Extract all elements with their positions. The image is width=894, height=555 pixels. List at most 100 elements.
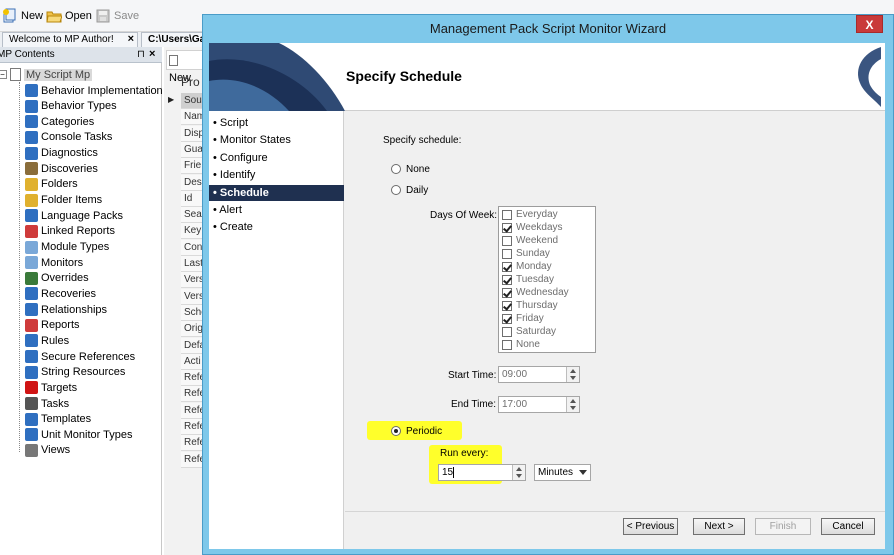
property-row[interactable]: Sche xyxy=(181,304,204,321)
property-row[interactable]: Vers xyxy=(181,288,204,305)
property-row[interactable]: Frie xyxy=(181,158,204,175)
property-row[interactable]: Refe xyxy=(181,419,204,435)
new-button[interactable]: New xyxy=(2,7,43,25)
day-checkbox[interactable] xyxy=(502,287,512,298)
previous-button[interactable]: < Previous xyxy=(623,518,678,535)
day-checkbox[interactable] xyxy=(502,222,512,233)
nav-step-monitor-states[interactable]: • Monitor States xyxy=(209,132,344,148)
day-option-none[interactable]: None xyxy=(502,338,540,351)
day-option-monday[interactable]: Monday xyxy=(502,260,552,273)
collapse-icon[interactable]: − xyxy=(0,70,7,79)
pin-icon[interactable]: ⊓ xyxy=(137,47,145,62)
day-option-saturday[interactable]: Saturday xyxy=(502,325,556,338)
property-row[interactable]: Gua xyxy=(181,141,204,158)
tree-item-templates[interactable]: Templates xyxy=(25,412,91,427)
tree-item-module-types[interactable]: Module Types xyxy=(25,240,109,255)
property-row[interactable]: Key xyxy=(181,223,204,240)
day-option-everyday[interactable]: Everyday xyxy=(502,208,558,221)
tree-item-discoveries[interactable]: Discoveries xyxy=(25,161,98,176)
tree-item-string-resources[interactable]: String Resources xyxy=(25,365,125,380)
property-row[interactable]: Defa xyxy=(181,337,204,354)
tree-item-tasks[interactable]: Tasks xyxy=(25,396,69,411)
tree-item-relationships[interactable]: Relationships xyxy=(25,302,107,317)
tree-item-monitors[interactable]: Monitors xyxy=(25,255,83,270)
tree-item-views[interactable]: Views xyxy=(25,443,70,458)
tab-welcome[interactable]: Welcome to MP Author! × xyxy=(2,32,138,47)
start-time-input[interactable]: 09:00 xyxy=(498,366,580,383)
save-button[interactable]: Save xyxy=(95,7,139,25)
radio-daily[interactable] xyxy=(391,185,401,195)
end-time-spinner-icon[interactable] xyxy=(566,397,579,412)
end-time-input[interactable]: 17:00 xyxy=(498,396,580,413)
day-checkbox[interactable] xyxy=(502,313,512,324)
tree-item-reports[interactable]: Reports xyxy=(25,318,80,333)
nav-step-create[interactable]: • Create xyxy=(209,219,344,235)
finish-button[interactable]: Finish xyxy=(755,518,811,535)
property-row[interactable]: Vers xyxy=(181,272,204,289)
wizard-close-button[interactable]: X xyxy=(856,15,883,33)
tree-item-secure-references[interactable]: Secure References xyxy=(25,349,135,364)
tree-item-folder-items[interactable]: Folder Items xyxy=(25,193,102,208)
next-button[interactable]: Next > xyxy=(693,518,745,535)
open-button[interactable]: Open xyxy=(46,7,92,25)
day-checkbox[interactable] xyxy=(502,339,512,350)
property-row[interactable]: Sea xyxy=(181,207,204,224)
property-row[interactable]: Id xyxy=(181,190,204,207)
day-checkbox[interactable] xyxy=(502,274,512,285)
property-row[interactable]: Last xyxy=(181,256,204,272)
property-row[interactable]: Refe xyxy=(181,402,204,419)
day-option-weekdays[interactable]: Weekdays xyxy=(502,221,563,234)
property-row[interactable]: Des xyxy=(181,174,204,191)
day-option-tuesday[interactable]: Tuesday xyxy=(502,273,554,286)
tree-item-language-packs[interactable]: Language Packs xyxy=(25,208,123,223)
tree-item-categories[interactable]: Categories xyxy=(25,114,94,129)
property-row[interactable]: Refe xyxy=(181,370,204,387)
property-row[interactable]: Refe xyxy=(181,451,204,468)
tab-users-file[interactable]: C:\Users\Ga xyxy=(141,32,203,47)
day-checkbox[interactable] xyxy=(502,326,512,337)
nav-step-alert[interactable]: • Alert xyxy=(209,202,344,218)
run-every-input[interactable]: 15 xyxy=(438,464,526,481)
close-panel-icon[interactable]: × xyxy=(149,47,155,62)
tree-root[interactable]: − My Script Mp xyxy=(0,67,93,82)
tree-item-diagnostics[interactable]: Diagnostics xyxy=(25,146,98,161)
close-tab-icon[interactable]: × xyxy=(128,33,134,46)
day-checkbox[interactable] xyxy=(502,261,512,272)
day-checkbox[interactable] xyxy=(502,235,512,246)
day-checkbox[interactable] xyxy=(502,209,512,220)
tree-item-folder[interactable]: Folders xyxy=(25,177,78,192)
day-checkbox[interactable] xyxy=(502,248,512,259)
run-every-spinner-icon[interactable] xyxy=(512,465,525,480)
property-row[interactable]: Refe xyxy=(181,386,204,403)
nav-step-configure[interactable]: • Configure xyxy=(209,150,344,166)
day-checkbox[interactable] xyxy=(502,300,512,311)
property-row[interactable]: Con xyxy=(181,239,204,256)
tree-item-recoveries[interactable]: Recoveries xyxy=(25,286,96,301)
property-row[interactable]: Nam xyxy=(181,109,204,126)
start-time-spinner-icon[interactable] xyxy=(566,367,579,382)
property-row[interactable]: Refe xyxy=(181,435,204,452)
nav-step-schedule[interactable]: • Schedule xyxy=(209,184,344,201)
unit-select[interactable]: Minutes xyxy=(534,464,591,481)
cancel-button[interactable]: Cancel xyxy=(821,518,875,535)
tree-item-linked-reports[interactable]: Linked Reports xyxy=(25,224,115,239)
day-option-thursday[interactable]: Thursday xyxy=(502,299,558,312)
day-option-wednesday[interactable]: Wednesday xyxy=(502,286,569,299)
radio-none[interactable] xyxy=(391,164,401,174)
nav-step-script[interactable]: • Script xyxy=(209,115,344,131)
property-row[interactable]: Orig xyxy=(181,321,204,338)
new-document-tab[interactable]: New xyxy=(166,50,204,84)
day-option-friday[interactable]: Friday xyxy=(502,312,544,325)
day-option-sunday[interactable]: Sunday xyxy=(502,247,550,260)
tree-item-unit-monitor-types[interactable]: Unit Monitor Types xyxy=(25,427,133,442)
tree-item-overrides[interactable]: Overrides xyxy=(25,271,89,286)
tree-item-behavior-implementation[interactable]: Behavior Implementation xyxy=(25,83,163,98)
day-option-weekend[interactable]: Weekend xyxy=(502,234,558,247)
property-row[interactable]: Sou xyxy=(181,93,204,109)
tree-item-console-tasks[interactable]: Console Tasks xyxy=(25,130,112,145)
property-row[interactable]: Acti xyxy=(181,353,204,370)
tree-item-rules[interactable]: Rules xyxy=(25,333,69,348)
tree-item-targets[interactable]: Targets xyxy=(25,380,77,395)
radio-periodic[interactable] xyxy=(391,426,401,436)
nav-step-identify[interactable]: • Identify xyxy=(209,167,344,183)
